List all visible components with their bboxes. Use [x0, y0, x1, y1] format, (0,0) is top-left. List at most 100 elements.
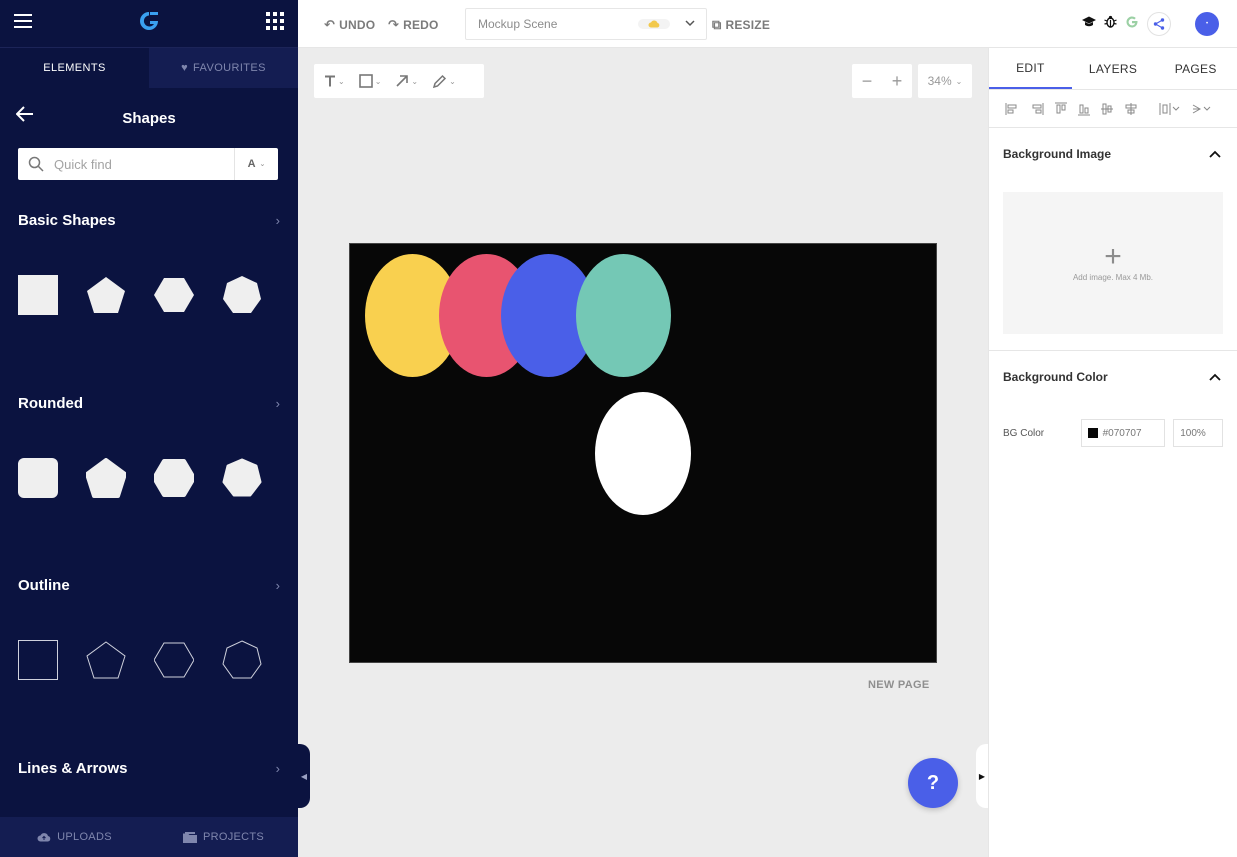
chevron-down-icon: ⌄	[411, 76, 419, 86]
outline-pentagon-shape[interactable]	[86, 640, 126, 680]
chevron-down-icon: ⌄	[374, 76, 382, 86]
back-arrow-icon[interactable]	[15, 105, 34, 128]
outline-hexagon-shape[interactable]	[154, 640, 194, 680]
bg-color-row: BG Color #070707 100%	[989, 403, 1237, 463]
projects-button[interactable]: PROJECTS	[149, 817, 298, 857]
design-canvas[interactable]	[349, 243, 937, 663]
align-center-horizontal-icon[interactable]	[1101, 102, 1113, 116]
outline-square-shape[interactable]	[18, 640, 58, 680]
outline-shapes-row	[18, 640, 290, 680]
align-right-icon[interactable]	[1030, 102, 1044, 115]
zoom-out-button[interactable]: −	[862, 71, 873, 92]
pen-tool[interactable]: ⌄	[432, 74, 456, 89]
teal-ellipse[interactable]	[576, 254, 671, 377]
tab-layers[interactable]: LAYERS	[1072, 48, 1155, 89]
undo-icon: ↶	[324, 17, 336, 32]
chevron-right-icon: ›	[275, 761, 280, 776]
bg-color-input[interactable]: #070707	[1080, 419, 1166, 447]
section-outline[interactable]: Outline ›	[18, 577, 280, 594]
sidebar-section-header: Shapes	[0, 88, 298, 148]
chevron-up-icon	[1209, 150, 1221, 158]
collapse-right-panel-handle[interactable]: ▶	[976, 744, 988, 808]
background-image-header[interactable]: Background Image	[989, 128, 1237, 180]
sidebar-header	[0, 0, 298, 48]
collapse-sidebar-handle[interactable]: ◀	[298, 744, 310, 808]
color-swatch	[1087, 428, 1098, 438]
rounded-shapes-row	[18, 458, 290, 498]
tab-pages[interactable]: PAGES	[1154, 48, 1237, 89]
redo-button[interactable]: ↷ REDO	[388, 17, 439, 33]
shape-tool[interactable]: ⌄	[358, 74, 382, 88]
cloud-sync-icon	[638, 19, 670, 29]
right-panel: EDIT LAYERS PAGES Background Image + Add…	[988, 48, 1237, 857]
sidebar-tabs: ELEMENTS ♥ FAVOURITES	[0, 48, 298, 88]
section-rounded[interactable]: Rounded ›	[18, 395, 280, 412]
user-avatar[interactable]: •	[1195, 12, 1219, 36]
chevron-up-icon	[1209, 373, 1221, 381]
pentagon-shape[interactable]	[86, 275, 126, 315]
tab-favourites[interactable]: ♥ FAVOURITES	[149, 48, 298, 88]
align-center-vertical-icon[interactable]	[1124, 102, 1138, 115]
white-ellipse[interactable]	[595, 392, 691, 515]
app-logo-icon[interactable]	[138, 10, 160, 37]
zoom-level-dropdown[interactable]: 34% ⌄	[918, 64, 972, 98]
new-page-button[interactable]: NEW PAGE	[868, 679, 929, 691]
top-toolbar: ↶ UNDO ↷ REDO Mockup Scene ⧉ RESIZE •	[298, 0, 1237, 48]
distribute-dropdown[interactable]	[1159, 102, 1181, 115]
apps-grid-icon[interactable]	[266, 12, 284, 35]
section-lines-arrows[interactable]: Lines & Arrows ›	[18, 760, 280, 777]
add-image-dropzone[interactable]: + Add image. Max 4 Mb.	[1003, 192, 1223, 334]
share-button[interactable]	[1147, 12, 1171, 36]
heart-icon: ♥	[181, 62, 189, 74]
chevron-down-icon: ⌄	[955, 76, 963, 86]
arrow-tool[interactable]: ⌄	[395, 74, 418, 88]
search-input[interactable]	[54, 148, 234, 180]
drawing-tools: ⌄ ⌄ ⌄ ⌄	[314, 64, 484, 98]
pencil-icon	[433, 74, 447, 88]
rounded-pentagon-shape[interactable]	[86, 458, 126, 498]
section-basic-shapes[interactable]: Basic Shapes ›	[18, 212, 280, 229]
hamburger-menu-icon[interactable]	[14, 14, 32, 33]
square-shape[interactable]	[18, 275, 58, 315]
scene-name-selector[interactable]: Mockup Scene	[465, 8, 707, 40]
rounded-square-shape[interactable]	[18, 458, 58, 498]
caret-left-icon: ◀	[300, 771, 308, 781]
undo-button[interactable]: ↶ UNDO	[324, 17, 375, 33]
hexagon-shape[interactable]	[154, 275, 194, 315]
tab-edit[interactable]: EDIT	[989, 48, 1072, 89]
search-icon	[18, 156, 54, 172]
bg-opacity-input[interactable]: 100%	[1173, 419, 1223, 447]
help-button[interactable]: ?	[908, 758, 958, 808]
alignment-toolbar	[989, 90, 1237, 128]
quick-find-search: A⌄	[18, 148, 278, 180]
search-filter-dropdown[interactable]: A ⌄	[234, 148, 278, 180]
tab-elements[interactable]: ELEMENTS	[0, 48, 149, 88]
chevron-down-icon: ⌄	[338, 76, 345, 86]
caret-right-icon: ▶	[978, 771, 986, 781]
background-color-header[interactable]: Background Color	[989, 351, 1237, 403]
text-tool[interactable]: ⌄	[324, 75, 345, 87]
text-icon	[325, 75, 335, 87]
heptagon-shape[interactable]	[222, 275, 262, 315]
chevron-down-icon: ⌄	[259, 161, 266, 168]
arrow-icon	[396, 75, 409, 87]
rounded-hexagon-shape[interactable]	[154, 458, 194, 498]
order-dropdown[interactable]	[1192, 103, 1212, 115]
bug-icon[interactable]	[1104, 15, 1117, 33]
crop-icon: ⧉	[712, 17, 722, 32]
rounded-heptagon-shape[interactable]	[222, 458, 262, 498]
zoom-in-button[interactable]: +	[892, 71, 903, 92]
align-top-icon[interactable]	[1055, 102, 1067, 116]
graduation-cap-icon[interactable]	[1082, 15, 1096, 33]
align-bottom-icon[interactable]	[1078, 102, 1090, 116]
outline-heptagon-shape[interactable]	[222, 640, 262, 680]
align-left-icon[interactable]	[1005, 102, 1019, 115]
chevron-down-icon: ⌄	[449, 76, 456, 86]
background-image-section: Background Image + Add image. Max 4 Mb.	[989, 128, 1237, 351]
uploads-button[interactable]: UPLOADS	[0, 817, 149, 857]
background-color-section: Background Color BG Color #070707 100%	[989, 351, 1237, 463]
resize-button[interactable]: ⧉ RESIZE	[712, 17, 770, 33]
google-icon[interactable]	[1125, 15, 1139, 34]
right-panel-tabs: EDIT LAYERS PAGES	[989, 48, 1237, 90]
chevron-down-icon[interactable]	[684, 17, 696, 32]
